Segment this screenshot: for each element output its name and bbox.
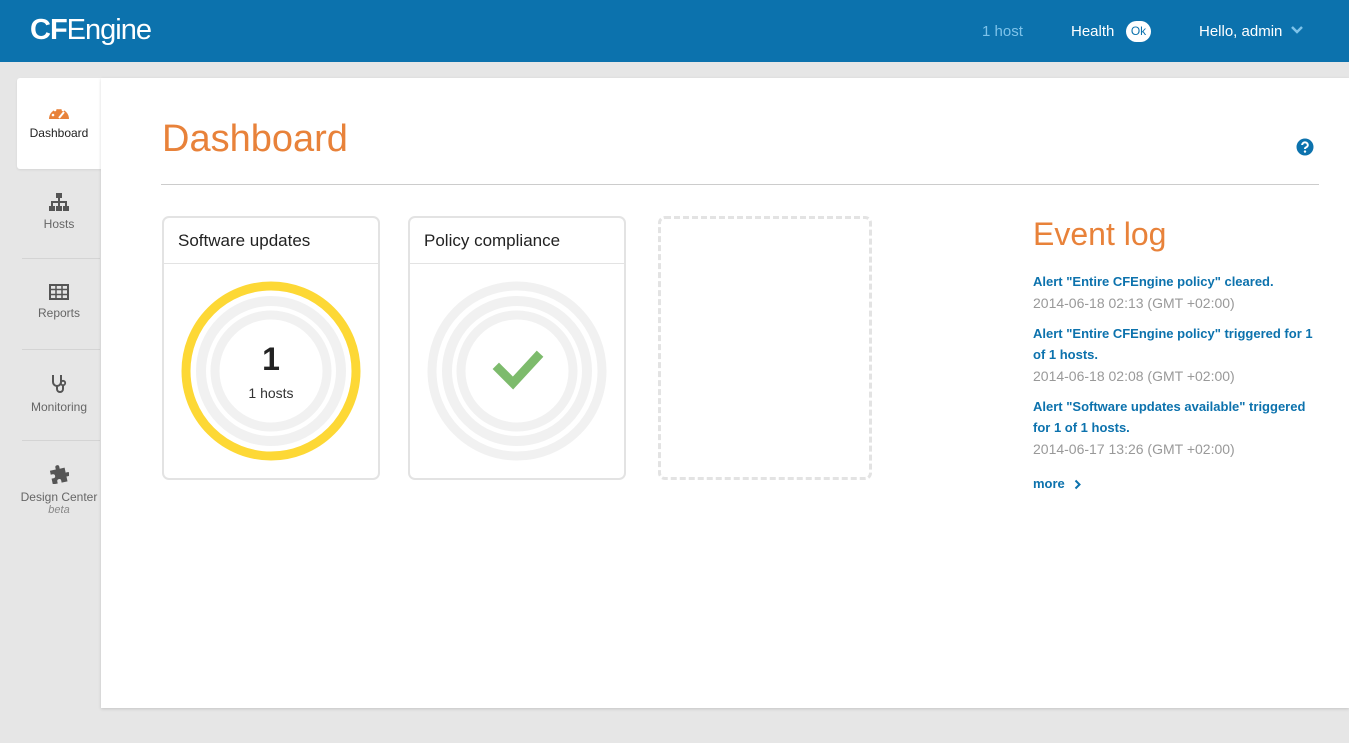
hosts-count-link[interactable]: 1 host: [982, 23, 1023, 40]
event-link[interactable]: Alert "Entire CFEngine policy" cleared.: [1033, 271, 1323, 292]
page-title: Dashboard: [162, 118, 348, 160]
sidebar-divider: [22, 349, 100, 350]
event-timestamp: 2014-06-17 13:26 (GMT +02:00): [1033, 441, 1235, 457]
policy-compliance-card[interactable]: Policy compliance: [408, 216, 626, 480]
event-item: Alert "Software updates available" trigg…: [1033, 396, 1323, 460]
policy-compliance-ring: [427, 281, 607, 461]
event-log-title: Event log: [1033, 216, 1167, 252]
sidebar-item-label: Hosts: [43, 217, 75, 231]
event-link[interactable]: Alert "Entire CFEngine policy" triggered…: [1033, 323, 1323, 365]
event-timestamp: 2014-06-18 02:13 (GMT +02:00): [1033, 295, 1235, 311]
sidebar-divider: [22, 440, 100, 441]
table-icon: [49, 284, 69, 300]
top-navbar: CFEngine 1 host Health Ok Hello, admin: [0, 0, 1349, 62]
speedometer-icon: [49, 106, 69, 119]
sidebar-item-label: Reports: [37, 306, 81, 320]
add-widget-placeholder[interactable]: [658, 216, 872, 480]
sidebar-item-label: Dashboard: [29, 126, 89, 140]
software-updates-count: 1: [262, 341, 280, 377]
donut-chart: [427, 281, 607, 461]
main-panel: Dashboard Software updates 1 1 hosts Pol…: [101, 78, 1349, 708]
puzzle-icon: [49, 465, 69, 484]
sidebar-divider: [22, 258, 100, 259]
sidebar-item-design-center[interactable]: Design Center beta: [17, 452, 101, 543]
sidebar-item-monitoring[interactable]: Monitoring: [17, 361, 101, 452]
more-events-link[interactable]: more: [1033, 476, 1082, 491]
event-item: Alert "Entire CFEngine policy" triggered…: [1033, 323, 1323, 387]
sidebar-item-label: Monitoring: [30, 400, 88, 414]
title-divider: [161, 184, 1319, 185]
sidebar-item-label: Design Center: [20, 490, 98, 504]
stethoscope-icon: [52, 375, 67, 393]
software-updates-ring: 1 1 hosts: [181, 281, 361, 461]
sidebar-item-sublabel: beta: [48, 504, 70, 516]
software-updates-card[interactable]: Software updates 1 1 hosts: [162, 216, 380, 480]
health-status-badge[interactable]: Ok: [1126, 21, 1151, 42]
chevron-down-icon[interactable]: [1290, 25, 1304, 35]
health-link[interactable]: Health: [1071, 23, 1114, 40]
software-updates-hosts-label: 1 hosts: [248, 385, 294, 401]
sidebar-item-hosts[interactable]: Hosts: [17, 179, 101, 270]
event-timestamp: 2014-06-18 02:08 (GMT +02:00): [1033, 368, 1235, 384]
sidebar-item-dashboard[interactable]: Dashboard: [17, 78, 101, 169]
sidebar-item-reports[interactable]: Reports: [17, 270, 101, 361]
help-icon[interactable]: [1296, 138, 1314, 156]
checkmark-icon: [492, 350, 544, 390]
event-log-list: Alert "Entire CFEngine policy" cleared. …: [1033, 271, 1323, 469]
card-title: Software updates: [164, 218, 378, 264]
event-item: Alert "Entire CFEngine policy" cleared. …: [1033, 271, 1323, 314]
user-menu[interactable]: Hello, admin: [1199, 23, 1282, 40]
chevron-right-icon: [1075, 479, 1082, 490]
hierarchy-icon: [49, 193, 69, 211]
event-link[interactable]: Alert "Software updates available" trigg…: [1033, 396, 1323, 438]
card-title: Policy compliance: [410, 218, 624, 264]
cfengine-logo[interactable]: CFEngine: [30, 14, 152, 47]
